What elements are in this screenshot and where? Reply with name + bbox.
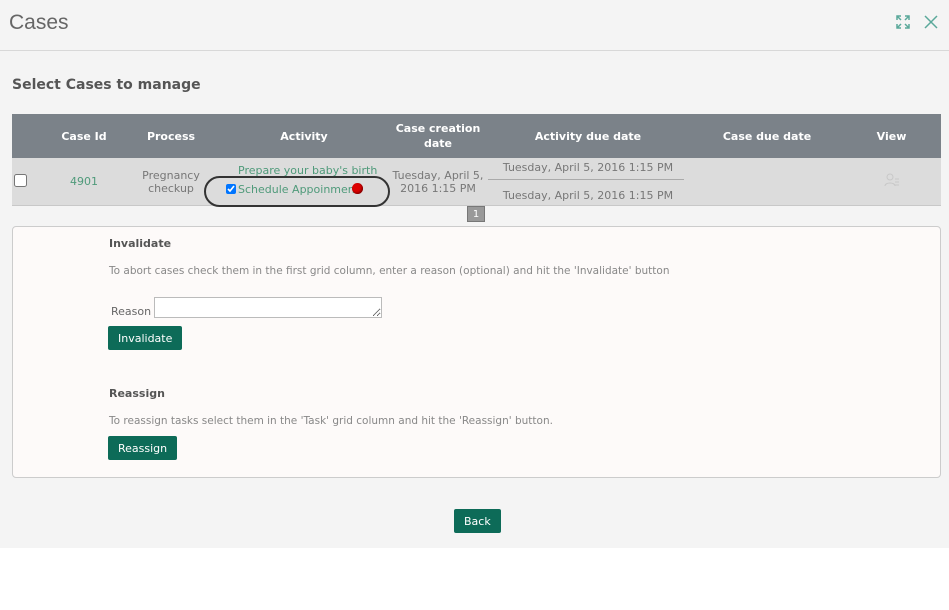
expand-icon[interactable]	[895, 14, 911, 30]
highlight-annotation	[204, 176, 390, 207]
close-icon[interactable]	[923, 14, 939, 30]
actions-panel: Invalidate To abort cases check them in …	[12, 226, 941, 478]
table-row: 4901 Pregnancy checkup Prepare your baby…	[12, 158, 941, 207]
assign-user-icon[interactable]	[884, 173, 900, 187]
activity-due-date: Tuesday, April 5, 2016 1:15 PM	[502, 161, 674, 174]
back-button[interactable]: Back	[454, 509, 501, 533]
invalidate-button[interactable]: Invalidate	[108, 326, 183, 350]
creation-date-cell: Tuesday, April 5, 2016 1:15 PM	[392, 158, 484, 206]
section-title: Select Cases to manage	[12, 77, 201, 93]
activity-due-date: Tuesday, April 5, 2016 1:15 PM	[502, 189, 674, 202]
invalidate-heading: Invalidate	[109, 237, 172, 250]
column-header[interactable]: Activity	[216, 114, 392, 158]
case-select-checkbox[interactable]	[14, 173, 27, 187]
reason-input[interactable]	[154, 297, 382, 318]
column-header[interactable]: Activity due date	[484, 114, 692, 158]
cases-grid: Case Id Process Activity Case creation d…	[12, 114, 941, 207]
cases-page: Cases Select Cases to manage Case Id Pro…	[0, 0, 949, 548]
select-column-header	[12, 114, 42, 158]
column-header[interactable]: Case due date	[692, 114, 842, 158]
header: Cases	[0, 0, 949, 51]
page-title: Cases	[9, 11, 69, 34]
column-header[interactable]: Case creation date	[392, 114, 484, 158]
process-cell: Pregnancy checkup	[126, 158, 216, 206]
activity-link[interactable]: Prepare your baby's birth	[226, 164, 392, 177]
column-header[interactable]: Process	[126, 114, 216, 158]
case-due-date-cell	[692, 158, 842, 206]
case-id-link[interactable]: 4901	[42, 158, 126, 206]
reason-label: Reason	[111, 305, 152, 318]
page-1-button[interactable]: 1	[467, 206, 485, 222]
reassign-heading: Reassign	[109, 387, 165, 400]
invalidate-help: To abort cases check them in the first g…	[109, 265, 670, 277]
column-header[interactable]: View	[842, 114, 941, 158]
reassign-button[interactable]: Reassign	[108, 436, 178, 460]
column-header[interactable]: Case Id	[42, 114, 126, 158]
reassign-help: To reassign tasks select them in the 'Ta…	[109, 415, 553, 427]
